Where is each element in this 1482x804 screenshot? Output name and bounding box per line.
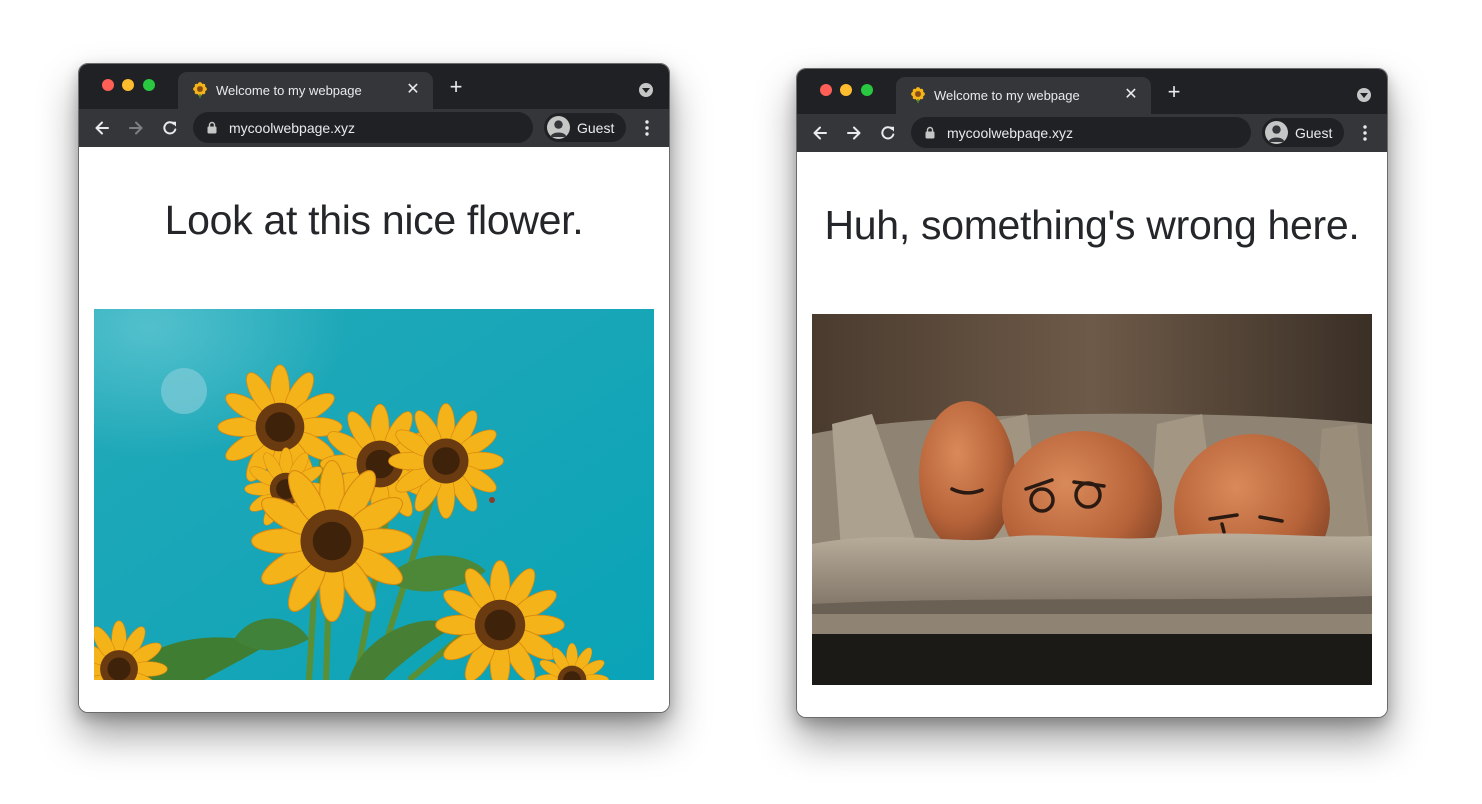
page-content: Look at this nice flower. [79,147,669,712]
back-icon[interactable] [92,118,112,138]
person-icon [1268,125,1285,142]
tab-strip: Welcome to my webpage ✕ + [797,69,1387,114]
new-tab-button[interactable]: + [445,76,467,99]
sad-eggs-image [812,314,1372,685]
tab-title: Welcome to my webpage [934,88,1080,103]
browser-window-left: Welcome to my webpage ✕ + mycoolwebpage.… [78,63,670,713]
close-window-button[interactable] [102,79,114,91]
more-menu-icon[interactable] [637,118,657,138]
active-tab[interactable]: Welcome to my webpage ✕ [896,77,1151,114]
sunflowers-image [94,309,654,680]
tab-search-icon[interactable] [639,83,653,97]
lock-icon [207,121,217,134]
close-tab-icon[interactable]: ✕ [1121,85,1141,105]
address-bar[interactable]: mycoolwebpaqe.xyz [911,117,1251,148]
toolbar: mycoolwebpage.xyz Guest [79,109,669,147]
sunflower-icon [193,82,207,98]
new-tab-button[interactable]: + [1163,81,1185,104]
tab-strip: Welcome to my webpage ✕ + [79,64,669,109]
forward-icon[interactable] [126,118,146,138]
back-icon[interactable] [810,123,830,143]
sunflower-icon [911,87,925,103]
person-icon [550,120,567,137]
profile-label: Guest [577,120,615,136]
page-heading: Look at this nice flower. [164,197,584,243]
forward-icon[interactable] [844,123,864,143]
tab-title: Welcome to my webpage [216,83,362,98]
profile-button[interactable]: Guest [544,113,626,142]
more-menu-icon[interactable] [1355,123,1375,143]
lock-icon [925,126,935,139]
profile-label: Guest [1295,125,1333,141]
maximize-window-button[interactable] [143,79,155,91]
browser-window-right: Welcome to my webpage ✕ + mycoolwebpaqe.… [796,68,1388,718]
avatar [547,116,570,139]
page-content: Huh, something's wrong here. [797,152,1387,717]
url-text: mycoolwebpage.xyz [229,120,356,136]
close-window-button[interactable] [820,84,832,96]
avatar [1265,121,1288,144]
url-text: mycoolwebpaqe.xyz [947,125,1074,141]
reload-icon[interactable] [160,118,180,138]
page-heading: Huh, something's wrong here. [824,202,1360,248]
close-tab-icon[interactable]: ✕ [403,80,423,100]
maximize-window-button[interactable] [861,84,873,96]
minimize-window-button[interactable] [840,84,852,96]
reload-icon[interactable] [878,123,898,143]
active-tab[interactable]: Welcome to my webpage ✕ [178,72,433,109]
minimize-window-button[interactable] [122,79,134,91]
toolbar: mycoolwebpaqe.xyz Guest [797,114,1387,152]
profile-button[interactable]: Guest [1262,118,1344,147]
tab-search-icon[interactable] [1357,88,1371,102]
address-bar[interactable]: mycoolwebpage.xyz [193,112,533,143]
